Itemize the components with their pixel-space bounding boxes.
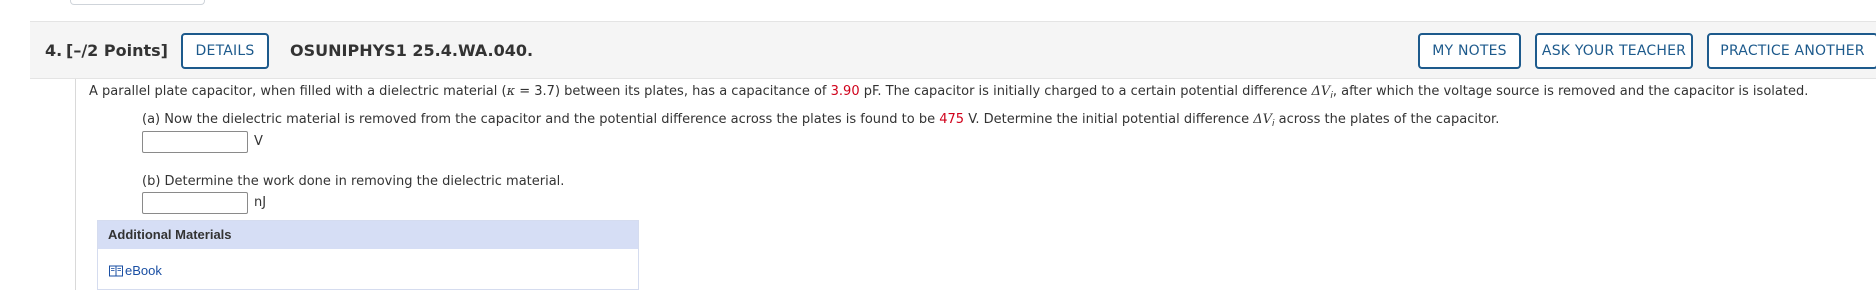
part-b-answer-input[interactable] xyxy=(142,192,248,214)
my-notes-button[interactable]: MY NOTES xyxy=(1418,33,1521,69)
question-header: 4. [–/2 Points] DETAILS OSUNIPHYS1 25.4.… xyxy=(30,21,1876,79)
part-a-text: V. Determine the initial potential diffe… xyxy=(964,112,1254,127)
part-b-unit: nJ xyxy=(254,195,267,210)
practice-another-button[interactable]: PRACTICE ANOTHER xyxy=(1707,33,1876,69)
part-a-text: (a) Now the dielectric material is remov… xyxy=(142,112,940,127)
question-left-rule xyxy=(75,79,76,290)
voltage-value: 475 xyxy=(939,112,965,127)
delta-v-symbol: ΔV xyxy=(1253,112,1273,127)
part-b-prompt: (b) Determine the work done in removing … xyxy=(142,174,565,189)
part-a-text: across the plates of the capacitor. xyxy=(1274,112,1500,127)
part-a-unit: V xyxy=(254,134,263,149)
book-icon xyxy=(109,265,123,281)
question-text-part: A parallel plate capacitor, when filled … xyxy=(89,84,507,99)
question-text: A parallel plate capacitor, when filled … xyxy=(89,84,1869,101)
additional-materials-panel: Additional Materials eBook xyxy=(97,220,639,290)
question-code: OSUNIPHYS1 25.4.WA.040. xyxy=(290,41,534,60)
kappa-symbol: κ xyxy=(506,84,516,99)
previous-element-stub xyxy=(70,0,205,5)
question-text-part: = 3.7) between its plates, has a capacit… xyxy=(515,84,831,99)
details-button[interactable]: DETAILS xyxy=(181,33,269,69)
part-a-prompt: (a) Now the dielectric material is remov… xyxy=(142,112,1499,129)
question-points: [–/2 Points] xyxy=(66,41,168,60)
ebook-link[interactable]: eBook xyxy=(109,263,162,279)
additional-materials-heading: Additional Materials xyxy=(98,221,638,249)
question-text-part: pF. The capacitor is initially charged t… xyxy=(859,84,1312,99)
delta-v-symbol: ΔV xyxy=(1311,84,1331,99)
part-a-answer-input[interactable] xyxy=(142,131,248,153)
capacitance-value: 3.90 xyxy=(830,84,860,99)
ebook-label: eBook xyxy=(125,263,162,278)
question-number: 4. xyxy=(45,41,63,60)
question-text-part: , after which the voltage source is remo… xyxy=(1332,84,1809,99)
ask-your-teacher-button[interactable]: ASK YOUR TEACHER xyxy=(1535,33,1693,69)
